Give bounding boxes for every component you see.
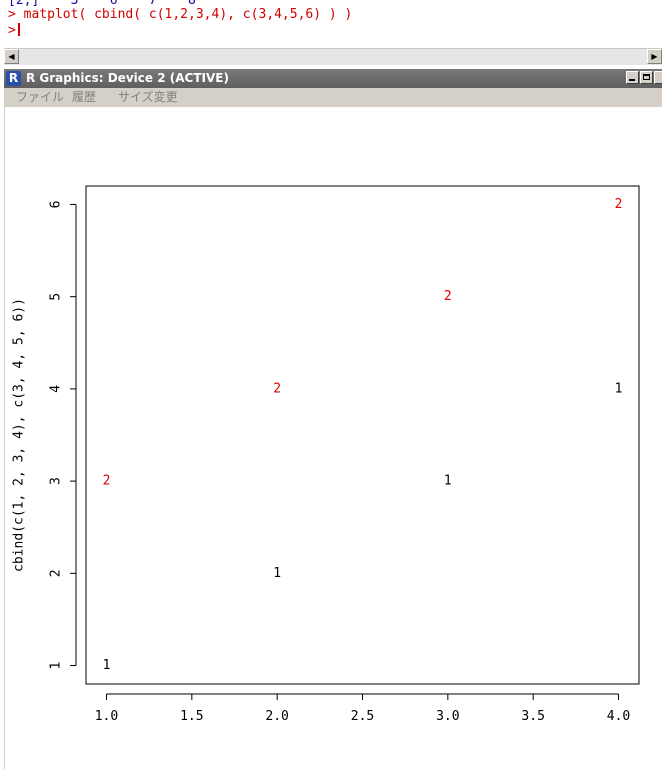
window-title: R Graphics: Device 2 (ACTIVE) — [26, 71, 229, 85]
r-logo-icon: R — [6, 71, 21, 86]
y-tick-label: 5 — [49, 293, 64, 301]
close-button[interactable] — [654, 71, 662, 84]
maximize-button[interactable] — [640, 71, 653, 84]
data-point-series-2: 2 — [615, 197, 623, 212]
r-console[interactable]: [2,] 3 6 7 8 > matplot( cbind( c(1,2,3,4… — [0, 0, 662, 48]
scroll-right-icon[interactable]: ▶ — [647, 49, 662, 64]
x-tick-label: 2.0 — [265, 709, 288, 724]
y-tick-label: 4 — [49, 385, 64, 393]
data-point-series-1: 1 — [444, 474, 452, 489]
matplot-chart: 1.0 1.5 2.0 2.5 3.0 3.5 4.0 1 2 3 4 5 6 cbind(c(1, 2,… — [12, 185, 640, 724]
menu-history[interactable]: 履歴 — [72, 90, 96, 105]
y-tick-label: 1 — [49, 662, 64, 670]
y-axis-title: cbind(c(1, 2, 3, 4), c(3, 4, 5, 6)) — [12, 298, 27, 572]
y-tick-label: 6 — [49, 201, 64, 209]
data-point-series-1: 1 — [103, 658, 111, 673]
menu-file[interactable]: ファイル — [16, 90, 64, 105]
graphics-window-titlebar[interactable]: R R Graphics: Device 2 (ACTIVE) — [4, 69, 662, 88]
text-cursor — [17, 23, 20, 36]
x-tick-label: 1.5 — [180, 709, 203, 724]
console-command-line: > matplot( cbind( c(1,2,3,4), c(3,4,5,6)… — [8, 7, 353, 22]
x-tick-label: 2.5 — [351, 709, 374, 724]
x-tick-label: 3.5 — [521, 709, 544, 724]
x-tick-label: 3.0 — [436, 709, 459, 724]
console-prompt: > — [8, 23, 16, 38]
data-point-series-2: 2 — [444, 289, 452, 304]
menu-resize[interactable]: サイズ変更 — [118, 90, 178, 105]
data-point-series-1: 1 — [615, 381, 623, 396]
menu-bar: ファイル 履歴 サイズ変更 — [4, 88, 662, 107]
plot-frame — [85, 185, 640, 685]
y-tick-label: 3 — [49, 477, 64, 485]
x-tick-label: 1.0 — [95, 709, 118, 724]
minimize-button[interactable] — [626, 71, 639, 84]
y-tick-label: 2 — [49, 569, 64, 577]
horizontal-scrollbar[interactable]: ◀ ▶ — [4, 48, 662, 65]
minimize-icon — [629, 79, 635, 81]
data-point-series-2: 2 — [103, 474, 111, 489]
data-point-series-1: 1 — [273, 566, 281, 581]
data-point-series-2: 2 — [273, 381, 281, 396]
graphics-canvas: 1.0 1.5 2.0 2.5 3.0 3.5 4.0 1 2 3 4 5 6 cbind(c(1, 2,… — [4, 107, 662, 769]
x-tick-label: 4.0 — [607, 709, 630, 724]
maximize-icon — [643, 74, 650, 80]
console-input-line[interactable]: > — [8, 23, 20, 38]
scroll-left-icon[interactable]: ◀ — [4, 49, 19, 64]
